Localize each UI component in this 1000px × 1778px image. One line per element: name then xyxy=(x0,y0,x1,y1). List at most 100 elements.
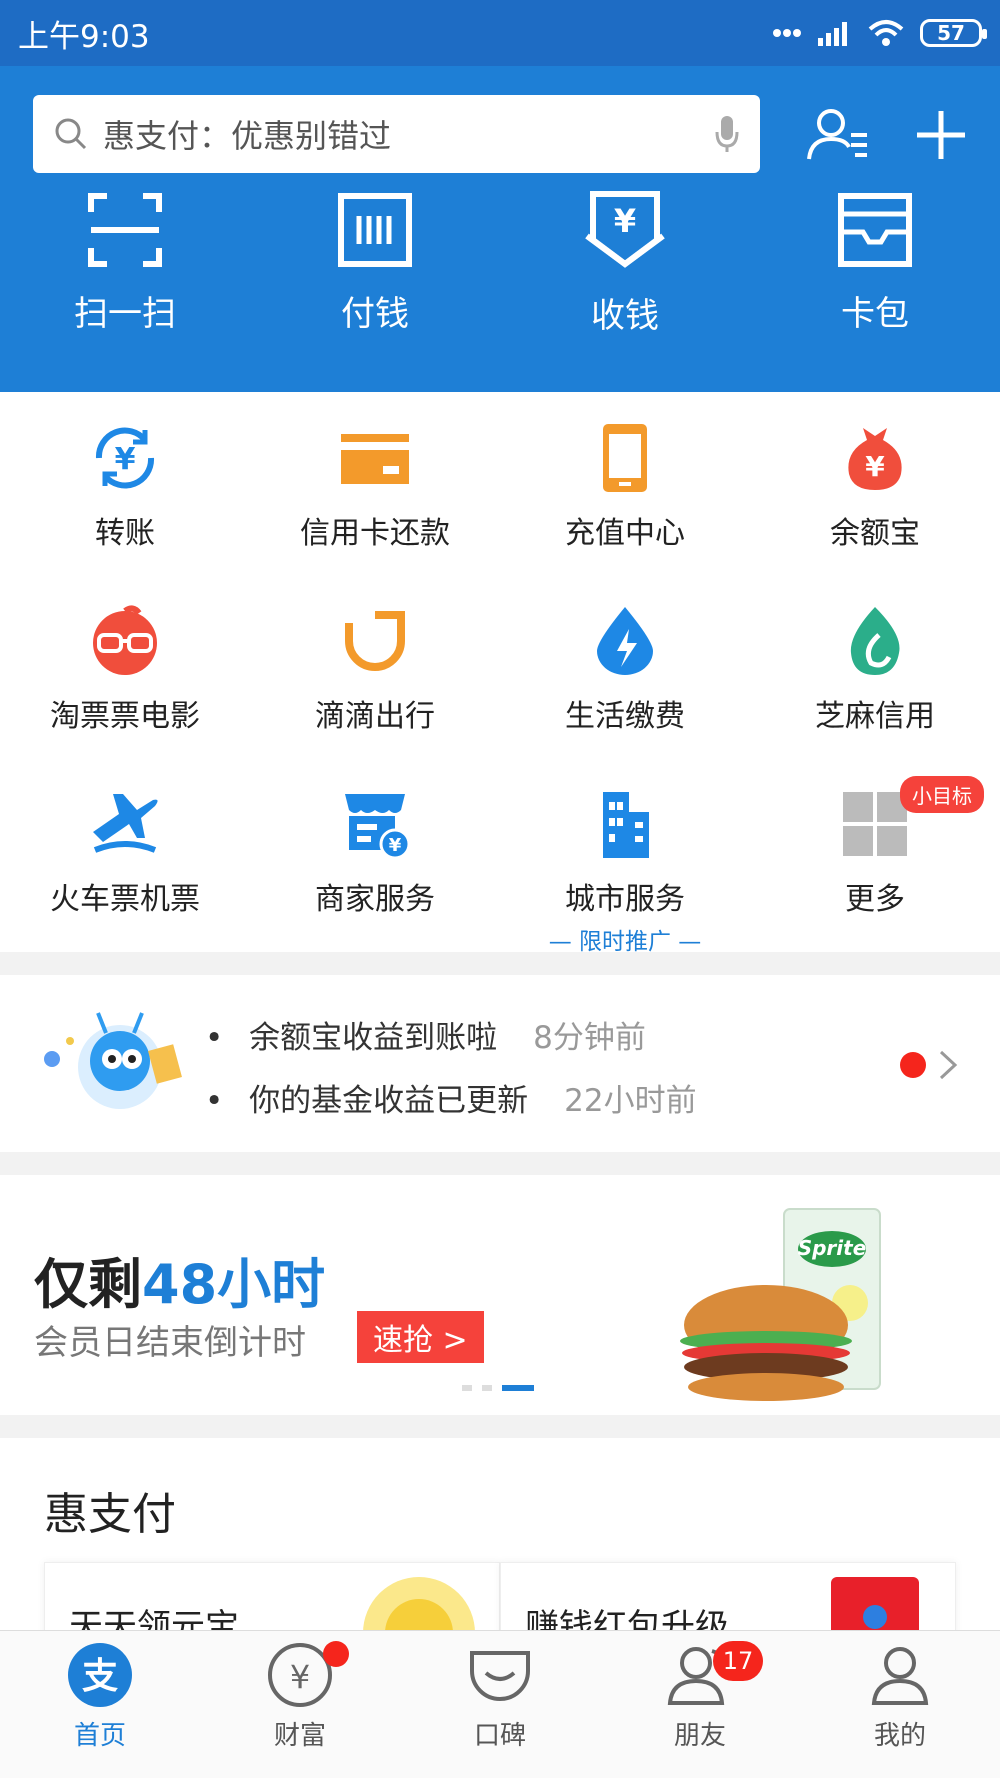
quick-action-label: 扫一扫 xyxy=(74,294,176,334)
tab-label: 口碑 xyxy=(473,1721,526,1751)
quick-action-pay[interactable]: 付钱 xyxy=(250,193,500,386)
grid-item-utilities[interactable]: 生活缴费 xyxy=(500,605,750,788)
notice-panel[interactable]: 余额宝收益到账啦 8分钟前 你的基金收益已更新 22小时前 xyxy=(0,975,1000,1152)
grid-item-tickets[interactable]: 火车票机票 xyxy=(0,788,250,971)
grid-item-credit-card[interactable]: 信用卡还款 xyxy=(250,422,500,605)
tab-label: 我的 xyxy=(873,1721,926,1751)
wifi-icon xyxy=(868,20,904,46)
section-title: 惠支付 xyxy=(44,1489,176,1540)
grid-item-movie[interactable]: 淘票票电影 xyxy=(0,605,250,788)
grid-item-city[interactable]: 城市服务 — 限时推广 — xyxy=(500,788,750,971)
grid-item-recharge[interactable]: 充值中心 xyxy=(500,422,750,605)
promo-banner[interactable]: 仅剩48小时 会员日结束倒计时 速抢 > Sprite xyxy=(0,1175,1000,1415)
tab-home[interactable]: 支 首页 xyxy=(0,1641,200,1752)
quick-action-label: 收钱 xyxy=(591,296,659,336)
add-icon[interactable] xyxy=(906,100,976,170)
svg-text:Sprite: Sprite xyxy=(798,1236,867,1260)
grid-item-label: 淘票票电影 xyxy=(50,699,200,734)
tab-koubei[interactable]: 口碑 xyxy=(400,1641,600,1752)
chevron-right-icon xyxy=(939,1050,958,1080)
search-input[interactable]: 惠支付：优惠别错过 xyxy=(33,95,760,173)
didi-icon xyxy=(343,609,405,671)
grid-item-more[interactable]: 更多 xyxy=(750,788,1000,971)
transfer-icon: ¥ xyxy=(95,427,155,489)
friends-badge: 17 xyxy=(713,1641,763,1681)
banner-headline-prefix: 仅剩 xyxy=(34,1253,142,1316)
contacts-icon[interactable] xyxy=(803,100,873,170)
grid-item-merchant[interactable]: ¥ 商家服务 xyxy=(250,788,500,971)
svg-text:¥: ¥ xyxy=(389,835,402,856)
grid-item-label: 信用卡还款 xyxy=(300,516,450,551)
tab-profile[interactable]: 我的 xyxy=(800,1641,1000,1752)
notice-text: 你的基金收益已更新 xyxy=(249,1083,529,1119)
pay-icon xyxy=(338,193,412,267)
svg-text:¥: ¥ xyxy=(614,202,636,240)
grid-item-label: 转账 xyxy=(95,516,155,551)
promo-tag: — 限时推广 — xyxy=(548,929,702,955)
sesame-credit-icon xyxy=(850,607,900,675)
svg-text:支: 支 xyxy=(82,1656,118,1697)
money-bag-icon: ¥ xyxy=(848,428,902,490)
grid-item-yuebao[interactable]: ¥ 余额宝 xyxy=(750,422,1000,605)
quick-action-scan[interactable]: 扫一扫 xyxy=(0,193,250,386)
phone-recharge-icon xyxy=(603,424,647,492)
movie-glasses-icon xyxy=(93,605,157,675)
burger-sprite-image: Sprite xyxy=(680,1208,881,1401)
carousel-indicator xyxy=(462,1385,534,1391)
quick-action-cards[interactable]: 卡包 xyxy=(750,193,1000,386)
battery-level: 57 xyxy=(937,21,965,45)
banner-subtitle: 会员日结束倒计时 xyxy=(34,1323,306,1363)
status-bar: 上午9:03 57 xyxy=(0,0,1000,66)
ant-mascot-icon xyxy=(44,1012,182,1109)
notice-item: 你的基金收益已更新 22小时前 xyxy=(205,1075,697,1120)
tab-label: 财富 xyxy=(273,1721,326,1751)
train-plane-icon xyxy=(93,794,158,853)
merchant-icon: ¥ xyxy=(345,794,411,860)
profile-icon xyxy=(871,1647,929,1705)
alipay-home-screen: 上午9:03 57 惠支付：优惠别错过 扫一扫 付钱 ¥ 收钱 卡包 ¥ 转账 … xyxy=(0,0,1000,1778)
grid-item-label: 城市服务 xyxy=(565,882,685,917)
city-icon xyxy=(603,792,649,858)
notice-text: 余额宝收益到账啦 xyxy=(249,1020,498,1056)
more-badge: 小目标 xyxy=(900,776,984,813)
grid-item-didi[interactable]: 滴滴出行 xyxy=(250,605,500,788)
svg-text:¥: ¥ xyxy=(865,450,885,483)
credit-card-icon xyxy=(341,434,409,484)
grid-item-label: 滴滴出行 xyxy=(315,699,435,734)
microphone-icon[interactable] xyxy=(714,114,740,154)
grid-item-label: 充值中心 xyxy=(565,516,685,551)
notice-time: 22小时前 xyxy=(564,1083,697,1119)
search-placeholder: 惠支付：优惠别错过 xyxy=(103,117,392,155)
signal-icon xyxy=(818,22,847,46)
status-time: 上午9:03 xyxy=(18,18,150,55)
search-icon xyxy=(55,118,87,150)
grid-item-label: 商家服务 xyxy=(315,882,435,917)
tab-wealth[interactable]: ¥ 财富 xyxy=(200,1641,400,1752)
lightning-drop-icon xyxy=(597,607,653,675)
grid-item-sesame[interactable]: 芝麻信用 xyxy=(750,605,1000,788)
quick-action-label: 卡包 xyxy=(841,294,909,334)
more-dots-icon xyxy=(773,29,801,37)
scan-icon xyxy=(88,193,162,267)
tab-friends[interactable]: 朋友 xyxy=(600,1641,800,1752)
notice-time: 8分钟前 xyxy=(533,1020,646,1056)
quick-action-label: 付钱 xyxy=(341,294,409,334)
quick-action-receive[interactable]: ¥ 收钱 xyxy=(500,191,750,386)
grid-item-label: 生活缴费 xyxy=(565,699,685,734)
wealth-badge-dot xyxy=(323,1641,349,1667)
battery-indicator: 57 xyxy=(920,19,987,47)
grid-item-transfer[interactable]: ¥ 转账 xyxy=(0,422,250,605)
notice-item: 余额宝收益到账啦 8分钟前 xyxy=(205,1012,646,1057)
tab-label: 朋友 xyxy=(673,1721,726,1751)
rush-buy-button[interactable]: 速抢 > xyxy=(357,1311,484,1363)
tab-label: 首页 xyxy=(73,1721,126,1751)
grid-item-label: 芝麻信用 xyxy=(815,699,935,734)
alipay-home-icon: 支 xyxy=(68,1643,132,1707)
status-icons: 57 xyxy=(772,19,987,47)
banner-headline-highlight: 48小时 xyxy=(142,1253,326,1316)
banner-headline: 仅剩48小时 xyxy=(34,1240,325,1319)
card-wallet-icon xyxy=(838,193,912,267)
svg-text:¥: ¥ xyxy=(290,1658,310,1696)
bottom-tab-bar: 支 首页 ¥ 财富 口碑 朋友 我的 17 xyxy=(0,1630,1000,1778)
grid-item-label: 余额宝 xyxy=(830,516,920,551)
